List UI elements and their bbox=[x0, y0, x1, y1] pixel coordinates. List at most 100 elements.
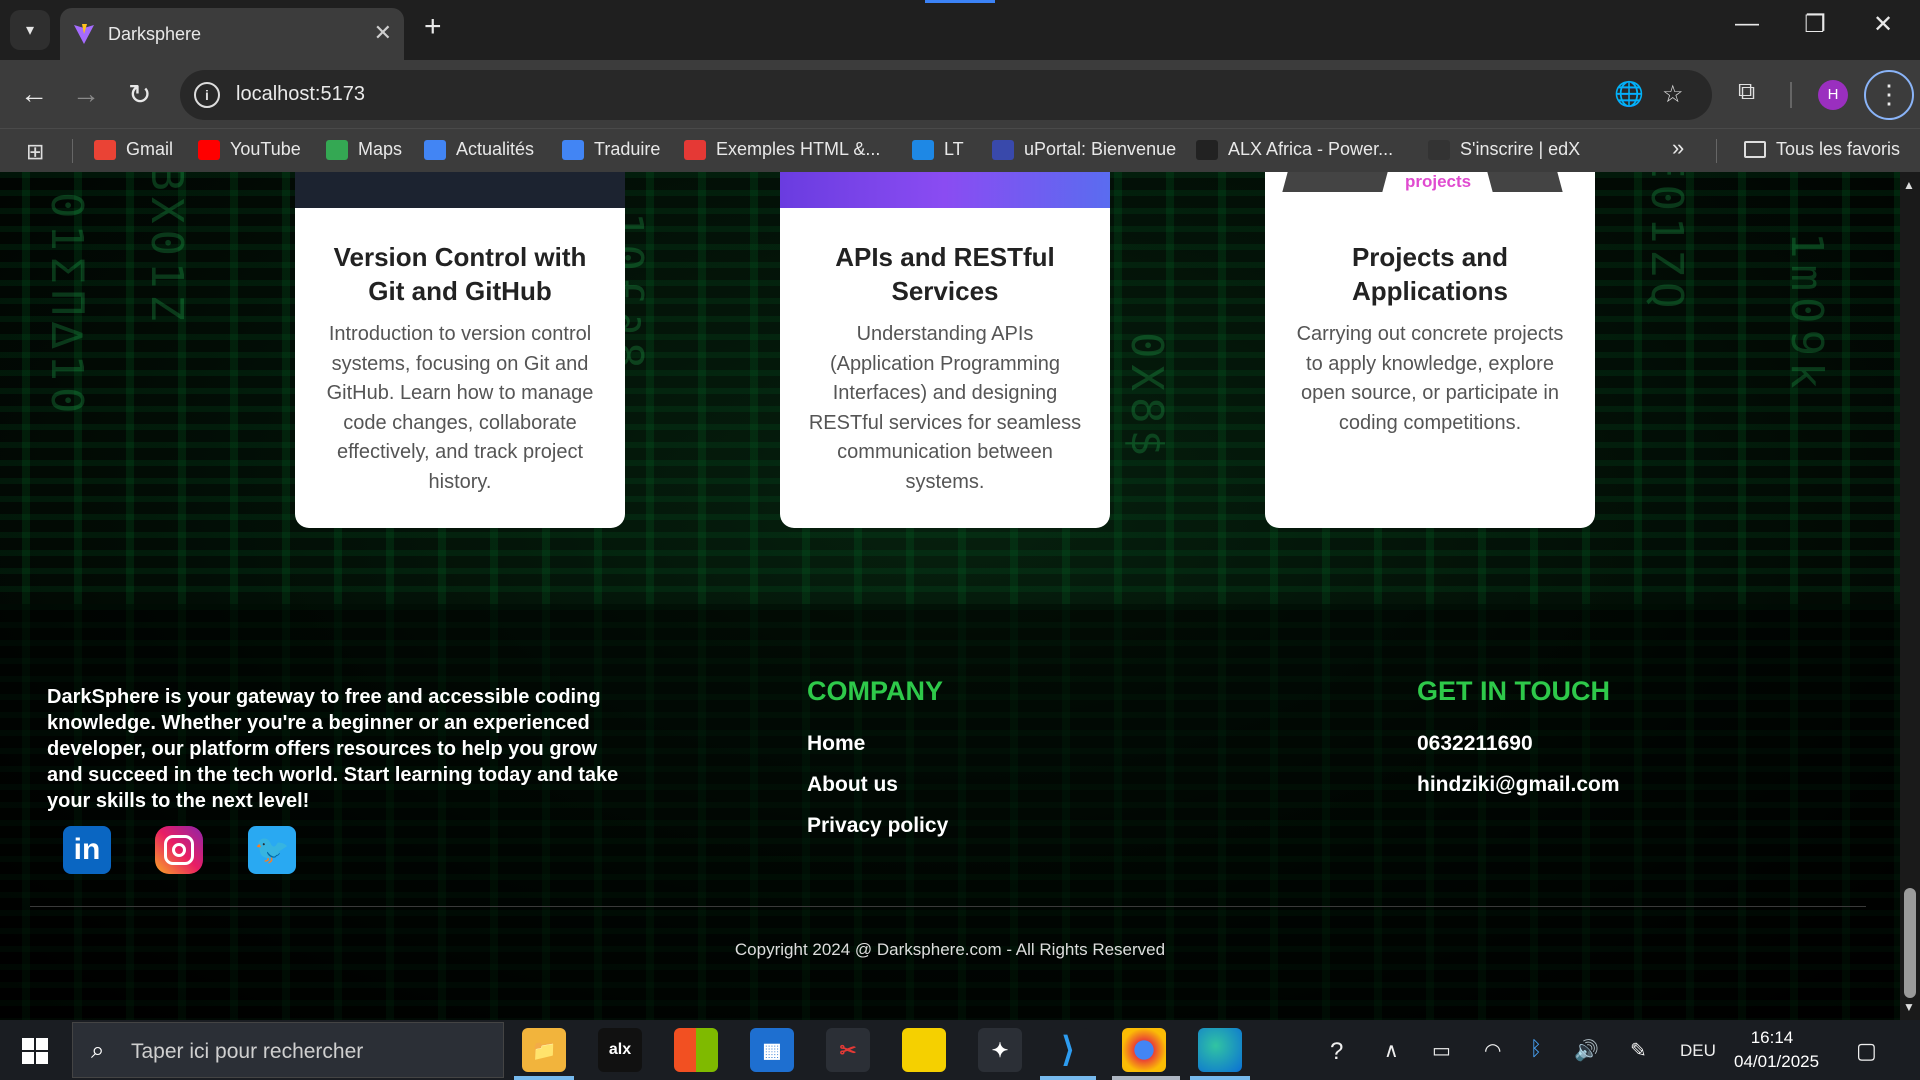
restore-button[interactable]: ❐ bbox=[1790, 10, 1840, 39]
battery-icon[interactable]: ▭ bbox=[1432, 1038, 1451, 1063]
bookmark-item[interactable]: ALX Africa - Power... bbox=[1196, 139, 1393, 160]
apps-grid-icon[interactable]: ⊞ bbox=[26, 139, 44, 165]
wifi-icon[interactable]: ◠ bbox=[1484, 1038, 1501, 1063]
scrollbar-thumb[interactable] bbox=[1904, 888, 1916, 998]
matrix-rain-column: 01ΣΠ∆10 bbox=[41, 192, 92, 420]
close-window-button[interactable]: ✕ bbox=[1858, 10, 1908, 39]
card-title: Version Control with Git and GitHub bbox=[333, 242, 587, 306]
bookmark-item[interactable]: Maps bbox=[326, 139, 402, 160]
company-heading: COMPANY bbox=[807, 676, 944, 706]
bookmarks-divider bbox=[72, 139, 73, 163]
bookmark-red-icon bbox=[684, 139, 706, 160]
footer-link-about[interactable]: About us bbox=[807, 773, 898, 797]
notifications-icon[interactable]: ▢ bbox=[1856, 1038, 1877, 1064]
course-card[interactable]: Version Control with Git and GitHub Intr… bbox=[295, 172, 625, 528]
matrix-rain-column: ABX01Z bbox=[141, 172, 192, 327]
help-icon[interactable]: ? bbox=[1330, 1038, 1343, 1066]
browser-toolbar: ← → ↻ i localhost:5173 🌐 ☆ ⧉ H ⋮ bbox=[0, 60, 1920, 128]
bookmark-label: Gmail bbox=[126, 139, 174, 159]
active-app-indicator bbox=[1112, 1076, 1180, 1080]
windows-start-button[interactable] bbox=[22, 1038, 48, 1064]
bookmark-star-icon[interactable]: ☆ bbox=[1662, 80, 1684, 109]
address-bar[interactable]: i localhost:5173 🌐 ☆ bbox=[180, 70, 1712, 120]
clock-time: 16:14 bbox=[1750, 1028, 1794, 1047]
bookmark-item[interactable]: uPortal: Bienvenue bbox=[992, 139, 1176, 160]
footer-link-home[interactable]: Home bbox=[807, 732, 865, 756]
bookmark-item[interactable]: LT bbox=[912, 139, 964, 160]
tray-expand-icon[interactable]: ∧ bbox=[1384, 1038, 1399, 1063]
card-image bbox=[780, 172, 1110, 208]
bookmark-label: Actualités bbox=[456, 139, 535, 159]
bookmark-item[interactable]: Traduire bbox=[562, 139, 660, 160]
active-tab[interactable]: Darksphere ✕ bbox=[60, 8, 404, 60]
card-image-shape bbox=[1487, 172, 1563, 192]
bookmark-item[interactable]: Exemples HTML &... bbox=[684, 139, 880, 160]
edx-icon bbox=[1428, 139, 1450, 160]
copyright-text: Copyright 2024 @ Darksphere.com - All Ri… bbox=[734, 940, 1166, 959]
file-explorer-icon[interactable]: 📁 bbox=[522, 1028, 566, 1072]
alx-app-icon[interactable]: alx bbox=[598, 1028, 642, 1072]
alx-icon bbox=[1196, 139, 1218, 160]
news-icon bbox=[424, 139, 446, 160]
site-info-icon[interactable]: i bbox=[194, 82, 220, 108]
bluetooth-icon[interactable]: ᛒ bbox=[1530, 1038, 1542, 1061]
bookmark-item[interactable]: S'inscrire | edX bbox=[1428, 139, 1580, 160]
sticky-notes-icon[interactable] bbox=[902, 1028, 946, 1072]
bookmark-item[interactable]: Gmail bbox=[94, 139, 173, 160]
loading-indicator bbox=[925, 0, 995, 3]
bookmark-label: Traduire bbox=[594, 139, 661, 159]
twitter-icon[interactable]: 🐦 bbox=[248, 826, 296, 874]
linkedin-icon[interactable]: in bbox=[63, 826, 111, 874]
active-app-indicator bbox=[1040, 1076, 1096, 1080]
chrome-icon[interactable] bbox=[1122, 1028, 1166, 1072]
bookmark-label: S'inscrire | edX bbox=[1460, 139, 1581, 159]
reload-button[interactable]: ↻ bbox=[128, 78, 151, 111]
snipping-tool-icon[interactable]: ✂ bbox=[826, 1028, 870, 1072]
tab-search-button[interactable]: ▾ bbox=[10, 10, 50, 50]
tab-close-icon[interactable]: ✕ bbox=[374, 20, 392, 46]
card-image-shape bbox=[1282, 172, 1388, 192]
url-text[interactable]: localhost:5173 bbox=[236, 83, 365, 106]
scroll-up-arrow[interactable]: ▲ bbox=[1903, 178, 1915, 192]
bookmarks-bar: ⊞ Gmail YouTube Maps Actualités Traduire Exem… bbox=[0, 128, 1920, 172]
bookmarks-overflow-button[interactable]: » bbox=[1672, 135, 1684, 161]
search-icon: ⌕ bbox=[91, 1037, 105, 1064]
course-card[interactable]: APIs and RESTful Services Understanding … bbox=[780, 172, 1110, 528]
bookmark-item[interactable]: Actualités bbox=[424, 139, 534, 160]
translate-page-icon[interactable]: 🌐 bbox=[1614, 80, 1644, 109]
extensions-icon[interactable]: ⧉ bbox=[1738, 78, 1755, 106]
volume-icon[interactable]: 🔊 bbox=[1574, 1038, 1599, 1063]
system-clock[interactable]: 16:14 04/01/2025 bbox=[1734, 1026, 1820, 1074]
contact-email[interactable]: hindziki@gmail.com bbox=[1417, 773, 1620, 797]
pen-icon[interactable]: ✎ bbox=[1630, 1038, 1647, 1063]
back-button[interactable]: ← bbox=[20, 78, 48, 110]
new-tab-button[interactable]: + bbox=[424, 10, 442, 44]
scroll-down-arrow[interactable]: ▼ bbox=[1903, 1000, 1915, 1014]
card-description: Carrying out concrete projects to apply … bbox=[1296, 323, 1564, 434]
contact-phone: 0632211690 bbox=[1417, 732, 1533, 755]
taskbar-search-placeholder: Taper ici pour rechercher bbox=[131, 1040, 364, 1063]
calendar-app-icon[interactable]: ▦ bbox=[750, 1028, 794, 1072]
profile-avatar[interactable]: H bbox=[1818, 80, 1848, 110]
microsoft-store-icon[interactable] bbox=[674, 1028, 718, 1072]
browser-menu-button[interactable]: ⋮ bbox=[1864, 70, 1914, 120]
minimize-button[interactable]: — bbox=[1722, 10, 1772, 38]
matrix-rain-column: 0X8$ bbox=[1121, 332, 1172, 462]
bookmark-item[interactable]: YouTube bbox=[198, 139, 301, 160]
folder-icon bbox=[1744, 141, 1766, 158]
edge-icon[interactable] bbox=[1198, 1028, 1242, 1072]
taskbar-search-box[interactable]: ⌕ Taper ici pour rechercher bbox=[72, 1022, 504, 1078]
instagram-icon-lens bbox=[172, 843, 186, 857]
clock-date: 04/01/2025 bbox=[1734, 1052, 1820, 1071]
vscode-icon[interactable]: ⟩ bbox=[1046, 1028, 1090, 1072]
active-app-indicator bbox=[514, 1076, 574, 1080]
footer-link-privacy[interactable]: Privacy policy bbox=[807, 814, 948, 838]
course-card[interactable]: projects Projects and Applications Carry… bbox=[1265, 172, 1595, 528]
network-app-icon[interactable]: ✦ bbox=[978, 1028, 1022, 1072]
tab-strip: ▾ Darksphere ✕ + — ❐ ✕ bbox=[0, 0, 1920, 60]
instagram-icon[interactable] bbox=[155, 826, 203, 874]
page-viewport: 01ΣΠ∆10 ABX01Z 10£∂8 QX01H 0X8$ R0∑9 E01… bbox=[0, 172, 1900, 1020]
all-bookmarks-button[interactable]: Tous les favoris bbox=[1744, 139, 1900, 160]
language-indicator[interactable]: DEU bbox=[1680, 1041, 1716, 1061]
forward-button[interactable]: → bbox=[72, 78, 100, 110]
